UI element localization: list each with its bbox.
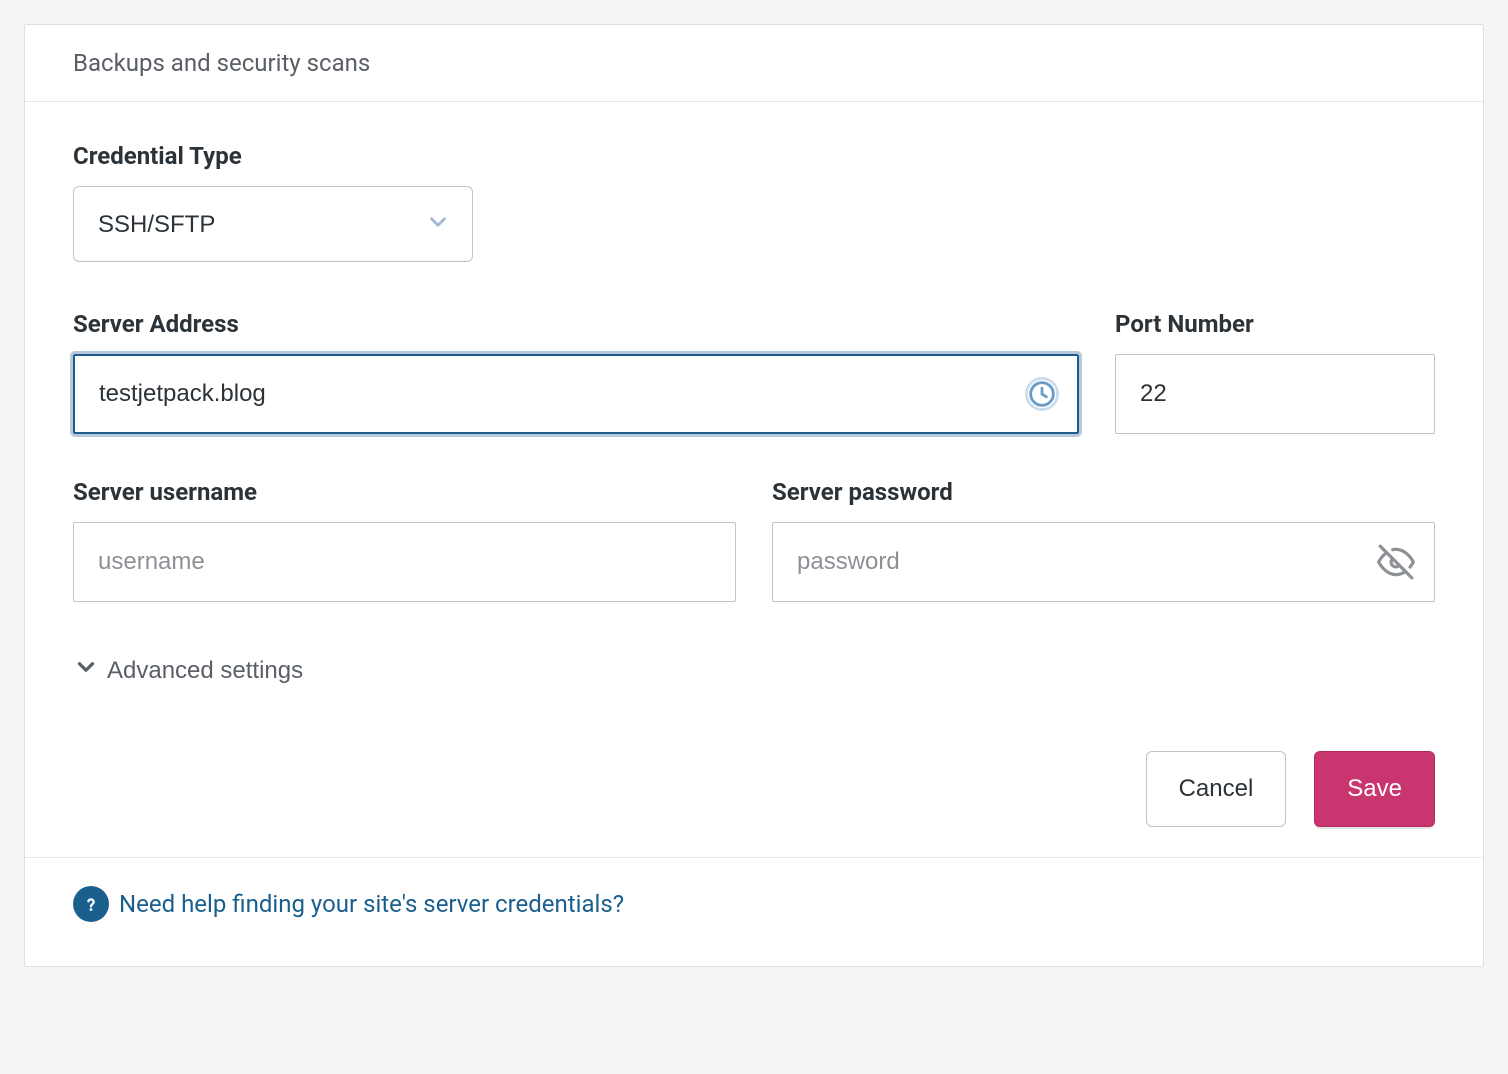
- help-icon: [73, 886, 109, 922]
- help-link-text: Need help finding your site's server cre…: [119, 890, 624, 918]
- server-username-label: Server username: [73, 478, 736, 506]
- settings-card: Backups and security scans Credential Ty…: [24, 24, 1484, 967]
- form-actions: Cancel Save: [73, 751, 1435, 827]
- port-number-input[interactable]: [1115, 354, 1435, 434]
- server-address-input[interactable]: [73, 354, 1079, 434]
- server-password-label: Server password: [772, 478, 1435, 506]
- credential-type-select[interactable]: SSH/SFTP: [73, 186, 473, 262]
- cancel-button[interactable]: Cancel: [1146, 751, 1287, 827]
- credentials-row: Server username Server password: [73, 478, 1435, 602]
- server-password-input-wrap: [772, 522, 1435, 602]
- server-username-input[interactable]: [73, 522, 736, 602]
- port-number-col: Port Number: [1115, 310, 1435, 434]
- advanced-settings-toggle[interactable]: Advanced settings: [73, 646, 303, 695]
- help-link[interactable]: Need help finding your site's server cre…: [73, 886, 624, 922]
- server-address-col: Server Address: [73, 310, 1079, 434]
- server-address-label: Server Address: [73, 310, 1079, 338]
- history-icon[interactable]: [1025, 377, 1059, 411]
- card-title: Backups and security scans: [73, 49, 370, 77]
- eye-off-icon[interactable]: [1377, 543, 1415, 581]
- server-password-input[interactable]: [772, 522, 1435, 602]
- port-number-label: Port Number: [1115, 310, 1435, 338]
- card-header: Backups and security scans: [25, 25, 1483, 102]
- server-username-col: Server username: [73, 478, 736, 602]
- credential-type-label: Credential Type: [73, 142, 1435, 170]
- credential-type-select-wrap: SSH/SFTP: [73, 186, 473, 262]
- card-body: Credential Type SSH/SFTP Server Address: [25, 102, 1483, 857]
- advanced-settings-label: Advanced settings: [107, 657, 303, 685]
- address-port-row: Server Address Port Number: [73, 310, 1435, 434]
- server-address-input-wrap: [73, 354, 1079, 434]
- save-button[interactable]: Save: [1314, 751, 1435, 827]
- server-password-col: Server password: [772, 478, 1435, 602]
- card-footer: Need help finding your site's server cre…: [25, 857, 1483, 966]
- chevron-down-icon: [73, 654, 99, 687]
